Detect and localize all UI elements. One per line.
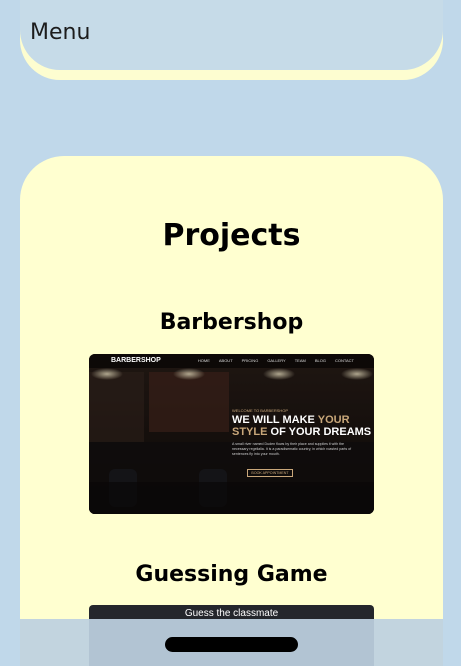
menu-header: Menu (20, 0, 443, 70)
headline-part: YOUR (317, 414, 350, 426)
projects-heading: Projects (162, 218, 301, 253)
preview-kicker: WELCOME TO BARBERSHOP (232, 408, 289, 413)
preview-nav-link: CONTACT (334, 358, 354, 363)
preview-nav-link: PRICING (241, 358, 259, 363)
bottom-bar (20, 619, 443, 666)
headline-part: OF YOUR DREAMS (267, 426, 372, 438)
headline-part: STYLE (232, 426, 268, 438)
preview-brand: BARBERSHOP (111, 357, 161, 364)
preview-headline: WE WILL MAKE YOUR STYLE OF YOUR DREAMS (232, 414, 371, 438)
preview-nav-link: HOME (197, 358, 210, 363)
preview-nav-link: GALLERY (267, 358, 286, 363)
preview-game-title: Guess the classmate (184, 608, 279, 619)
menu-card: Menu (20, 0, 443, 80)
preview-nav-link: BLOG (314, 358, 326, 363)
barbershop-preview-image[interactable]: BARBERSHOP HOME ABOUT PRICING GALLERY TE… (89, 354, 374, 514)
home-indicator[interactable] (165, 637, 298, 652)
preview-cta-button: BOOK APPOINTMENT (247, 469, 293, 477)
preview-body-text: A small river named Duden flows by their… (232, 442, 352, 456)
menu-button[interactable]: Menu (30, 20, 90, 45)
projects-section: Projects Barbershop BARBERSHOP HOME ABOU… (20, 156, 443, 666)
project-title-guessing-game: Guessing Game (135, 562, 328, 587)
preview-nav-links: HOME ABOUT PRICING GALLERY TEAM BLOG CON… (198, 358, 354, 363)
preview-nav-link: TEAM (294, 358, 306, 363)
preview-nav-link: ABOUT (218, 358, 233, 363)
project-title-barbershop: Barbershop (159, 310, 304, 335)
headline-part: WE WILL MAKE (232, 414, 318, 426)
